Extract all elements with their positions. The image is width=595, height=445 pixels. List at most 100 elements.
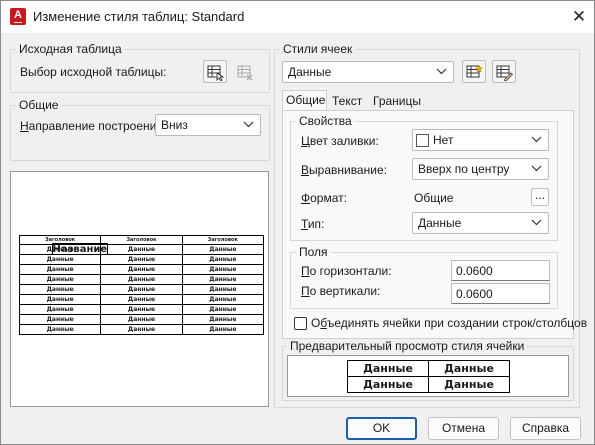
preview-table-row: Данные Данные Данные xyxy=(18,264,265,275)
preview-table-row: Данные Данные Данные xyxy=(18,324,265,335)
preview-table-cell: Данные xyxy=(18,314,102,325)
preview-table-header-cell: Заголовок xyxy=(100,235,183,245)
alignment-value: Вверх по центру xyxy=(418,162,510,176)
autocad-app-icon: A xyxy=(10,8,26,25)
preview-table-cell: Данные xyxy=(100,324,183,335)
format-value: Общие xyxy=(414,191,454,205)
preview-table-cell: Данные xyxy=(181,264,265,275)
preview-table-cell: Данные xyxy=(100,244,183,255)
preview-table-cell: Данные xyxy=(100,294,183,305)
preview-table-cell: Данные xyxy=(100,284,183,295)
general-group-label: Общие xyxy=(16,98,62,112)
preview-table-cell: Данные xyxy=(181,284,265,295)
preview-table-title: Название xyxy=(51,243,109,255)
alignment-label: Выравнивание: xyxy=(301,163,387,177)
help-button[interactable]: Справка xyxy=(510,417,581,440)
preview-table-cell: Данные xyxy=(181,274,265,285)
select-table-button[interactable] xyxy=(203,60,227,83)
remove-table-button[interactable] xyxy=(233,60,257,83)
general-tab-panel: Свойства Цвет заливки: Нет Выравнивание:… xyxy=(282,110,587,339)
preview-table-row: Данные Данные Данные xyxy=(18,294,265,305)
manage-cell-styles-icon xyxy=(496,65,513,81)
preview-table-cell: Данные xyxy=(100,314,183,325)
preview-table-cell: Данные xyxy=(18,284,102,295)
close-icon[interactable]: ✕ xyxy=(569,7,589,27)
cell-styles-group-label: Стили ячеек xyxy=(280,42,356,56)
preview-table-cell: Данные xyxy=(181,314,265,325)
preview-table-cell: Данные xyxy=(181,294,265,305)
cell-preview-cell: Данные xyxy=(428,376,510,393)
table-style-preview: Название Заголовок Заголовок Заголовок Данны… xyxy=(10,171,269,407)
select-table-icon xyxy=(207,65,224,81)
fill-color-value: Нет xyxy=(433,133,454,147)
chevron-down-icon xyxy=(243,121,254,128)
preview-table-cell: Данные xyxy=(181,324,265,335)
cell-preview-cell: Данные xyxy=(428,360,510,377)
preview-table-header-cell: Заголовок xyxy=(181,235,265,245)
tab-borders[interactable]: Границы xyxy=(370,92,424,111)
preview-table-cell: Данные xyxy=(18,324,102,335)
preview-table-row: Данные Данные Данные xyxy=(18,284,265,295)
type-select[interactable]: Данные xyxy=(412,212,549,234)
preview-table-cell: Данные xyxy=(181,304,265,315)
preview-table-cell: Данные xyxy=(18,274,102,285)
ok-button[interactable]: OK xyxy=(346,417,417,440)
format-label: Формат: xyxy=(301,191,347,205)
preview-table-cell: Данные xyxy=(181,254,265,265)
chevron-down-icon xyxy=(531,219,542,226)
cancel-button[interactable]: Отмена xyxy=(428,417,499,440)
alignment-select[interactable]: Вверх по центру xyxy=(412,158,549,180)
merge-cells-label[interactable]: Объединять ячейки при создании строк/сто… xyxy=(311,316,587,330)
tab-general[interactable]: Общие xyxy=(282,90,327,111)
preview-table-cell: Данные xyxy=(18,264,102,275)
preview-table-cell: Данные xyxy=(100,304,183,315)
preview-table: Название Заголовок Заголовок Заголовок Данны… xyxy=(18,235,265,335)
chevron-down-icon xyxy=(436,68,447,75)
fill-color-select[interactable]: Нет xyxy=(412,129,549,151)
preview-table-cell: Данные xyxy=(100,264,183,275)
preview-table-row: Данные Данные Данные xyxy=(18,274,265,285)
type-value: Данные xyxy=(418,216,462,230)
preview-table-cell: Данные xyxy=(18,304,102,315)
dialog-title: Изменение стиля таблиц: Standard xyxy=(33,9,245,24)
vertical-margin-input[interactable]: 0.0600 xyxy=(451,283,550,304)
preview-table-cell: Данные xyxy=(18,254,102,265)
remove-table-icon xyxy=(237,65,253,81)
direction-label: Направление построения: xyxy=(20,119,167,133)
fill-color-swatch xyxy=(416,134,429,147)
new-cell-style-icon xyxy=(466,64,483,78)
chevron-down-icon xyxy=(531,136,542,143)
cell-preview-area: Данные Данные Данные Данные xyxy=(287,355,569,397)
cell-preview-row: Данные Данные xyxy=(347,360,510,377)
merge-cells-checkbox[interactable] xyxy=(294,317,307,330)
dialog-window: A Изменение стиля таблиц: Standard ✕ Исх… xyxy=(0,0,595,445)
properties-group-label: Свойства xyxy=(296,114,355,128)
cell-preview-row: Данные Данные xyxy=(347,376,510,393)
cell-style-value: Данные xyxy=(288,65,332,79)
new-cell-style-button[interactable] xyxy=(462,60,486,83)
fill-color-label: Цвет заливки: xyxy=(301,134,379,148)
cell-preview-table: Данные Данные Данные Данные xyxy=(347,360,510,393)
vertical-margin-label: По вертикали: xyxy=(301,284,381,298)
direction-value: Вниз xyxy=(161,118,188,132)
chevron-down-icon xyxy=(531,165,542,172)
select-source-table-label: Выбор исходной таблицы: xyxy=(20,65,167,79)
preview-table-cell: Данные xyxy=(18,294,102,305)
margins-group-label: Поля xyxy=(296,245,331,259)
direction-select[interactable]: Вниз xyxy=(155,114,261,136)
cell-style-select[interactable]: Данные xyxy=(282,61,454,83)
cell-preview-group-label: Предварительный просмотр стиля ячейки xyxy=(287,339,528,353)
cell-preview-cell: Данные xyxy=(347,360,429,377)
format-browse-button[interactable]: ... xyxy=(531,188,549,206)
tab-text[interactable]: Текст xyxy=(329,92,365,111)
title-bar[interactable]: A Изменение стиля таблиц: Standard ✕ xyxy=(1,1,594,33)
preview-table-row: Данные Данные Данные xyxy=(18,254,265,265)
horizontal-margin-label: По горизонтали: xyxy=(301,264,392,278)
horizontal-margin-input[interactable]: 0.0600 xyxy=(451,260,550,281)
cell-preview-cell: Данные xyxy=(347,376,429,393)
type-label: Тип: xyxy=(301,217,325,231)
preview-table-row: Данные Данные Данные xyxy=(18,304,265,315)
preview-table-cell: Данные xyxy=(100,254,183,265)
manage-cell-styles-button[interactable] xyxy=(492,60,516,83)
preview-table-cell: Данные xyxy=(100,274,183,285)
